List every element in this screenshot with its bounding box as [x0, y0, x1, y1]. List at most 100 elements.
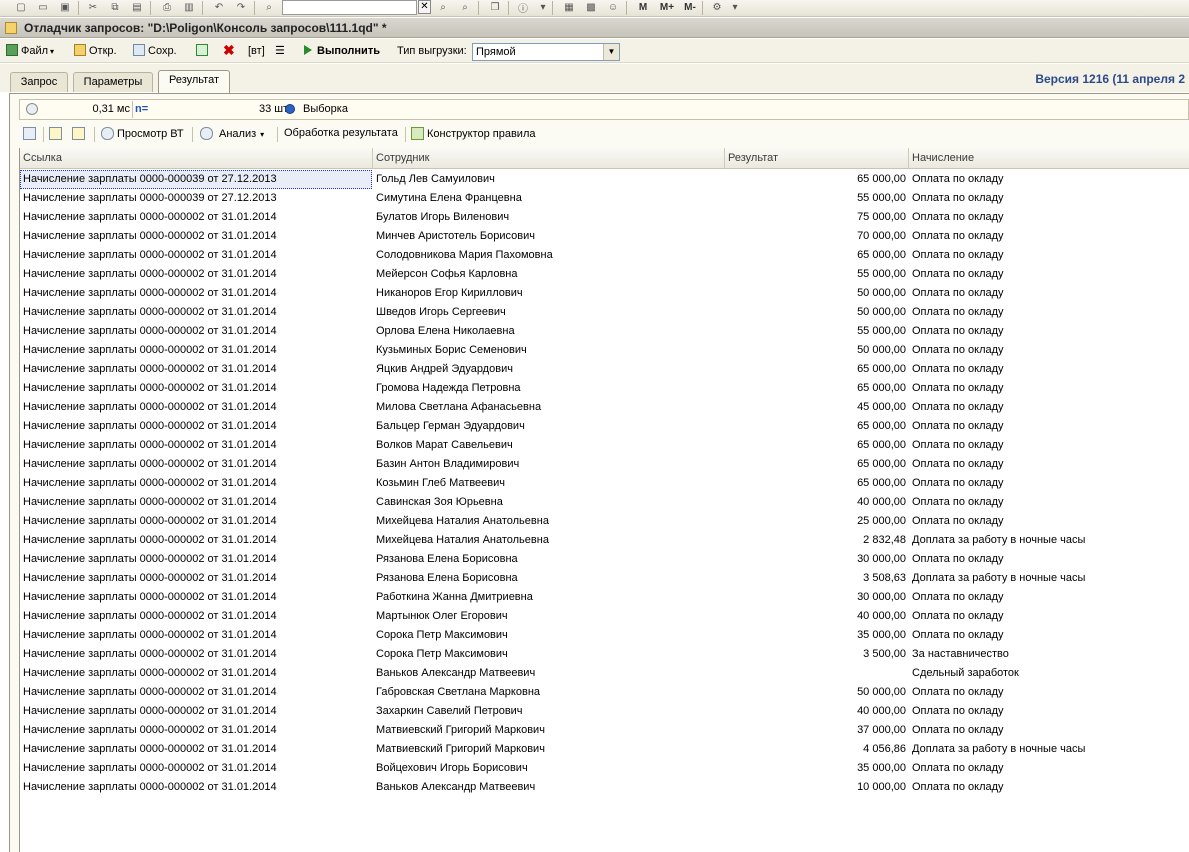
print-preview-icon[interactable]: ▥: [182, 1, 196, 14]
collapse-tree-icon[interactable]: [72, 127, 88, 140]
cell-employee[interactable]: Базин Антон Владимирович: [375, 455, 725, 474]
table-row[interactable]: Начисление зарплаты 0000-000002 от 31.01…: [20, 759, 1189, 778]
cell-employee[interactable]: Михейцева Наталия Анатольевна: [375, 531, 725, 550]
copy-icon[interactable]: ⧉: [108, 1, 122, 14]
cell-result[interactable]: 35 000,00: [725, 759, 907, 778]
cell-result[interactable]: 35 000,00: [725, 626, 907, 645]
cell-result[interactable]: 65 000,00: [725, 246, 907, 265]
cell-link[interactable]: Начисление зарплаты 0000-000002 от 31.01…: [20, 512, 372, 531]
new-document-icon[interactable]: ▢: [14, 1, 28, 14]
memory-store-button[interactable]: M: [636, 1, 650, 14]
cell-accrual[interactable]: За наставничество: [912, 645, 1189, 664]
cell-employee[interactable]: Габровская Светлана Марковна: [375, 683, 725, 702]
cell-employee[interactable]: Никаноров Егор Кириллович: [375, 284, 725, 303]
cell-link[interactable]: Начисление зарплаты 0000-000002 от 31.01…: [20, 246, 372, 265]
cell-accrual[interactable]: Оплата по окладу: [912, 417, 1189, 436]
cell-link[interactable]: Начисление зарплаты 0000-000002 от 31.01…: [20, 569, 372, 588]
table-row[interactable]: Начисление зарплаты 0000-000002 от 31.01…: [20, 778, 1189, 797]
cell-accrual[interactable]: Оплата по окладу: [912, 227, 1189, 246]
cell-result[interactable]: 65 000,00: [725, 170, 907, 189]
cell-employee[interactable]: Сорока Петр Максимович: [375, 626, 725, 645]
cell-employee[interactable]: Яцкив Андрей Эдуардович: [375, 360, 725, 379]
cell-employee[interactable]: Волков Марат Савельевич: [375, 436, 725, 455]
table-row[interactable]: Начисление зарплаты 0000-000002 от 31.01…: [20, 626, 1189, 645]
cell-link[interactable]: Начисление зарплаты 0000-000002 от 31.01…: [20, 227, 372, 246]
print-icon[interactable]: ⎙: [160, 1, 174, 14]
table-row[interactable]: Начисление зарплаты 0000-000002 от 31.01…: [20, 284, 1189, 303]
cell-result[interactable]: 40 000,00: [725, 493, 907, 512]
cell-link[interactable]: Начисление зарплаты 0000-000002 от 31.01…: [20, 455, 372, 474]
paste-icon[interactable]: ▤: [130, 1, 144, 14]
cell-employee[interactable]: Кузьминых Борис Семенович: [375, 341, 725, 360]
cell-result[interactable]: 40 000,00: [725, 702, 907, 721]
cell-accrual[interactable]: Оплата по окладу: [912, 512, 1189, 531]
table-row[interactable]: Начисление зарплаты 0000-000002 от 31.01…: [20, 246, 1189, 265]
cell-employee[interactable]: Савинская Зоя Юрьевна: [375, 493, 725, 512]
cell-result[interactable]: 37 000,00: [725, 721, 907, 740]
cell-result[interactable]: 65 000,00: [725, 474, 907, 493]
clear-search-button[interactable]: ✕: [418, 0, 431, 14]
info-icon[interactable]: ⓘ: [516, 1, 530, 15]
cell-result[interactable]: 3 508,63: [725, 569, 907, 588]
cell-link[interactable]: Начисление зарплаты 0000-000002 от 31.01…: [20, 550, 372, 569]
cell-accrual[interactable]: Оплата по окладу: [912, 379, 1189, 398]
cell-accrual[interactable]: Доплата за работу в ночные часы: [912, 569, 1189, 588]
cell-result[interactable]: 70 000,00: [725, 227, 907, 246]
column-header-result[interactable]: Результат: [725, 148, 909, 169]
cell-link[interactable]: Начисление зарплаты 0000-000002 от 31.01…: [20, 322, 372, 341]
vt-button[interactable]: [вт]: [248, 42, 265, 60]
cell-accrual[interactable]: Оплата по окладу: [912, 588, 1189, 607]
cell-link[interactable]: Начисление зарплаты 0000-000002 от 31.01…: [20, 474, 372, 493]
cell-result[interactable]: 65 000,00: [725, 360, 907, 379]
cell-link[interactable]: Начисление зарплаты 0000-000002 от 31.01…: [20, 398, 372, 417]
cell-result[interactable]: 55 000,00: [725, 322, 907, 341]
table-row[interactable]: Начисление зарплаты 0000-000002 от 31.01…: [20, 322, 1189, 341]
cell-accrual[interactable]: Оплата по окладу: [912, 398, 1189, 417]
cell-employee[interactable]: Сорока Петр Максимович: [375, 645, 725, 664]
cell-link[interactable]: Начисление зарплаты 0000-000039 от 27.12…: [20, 189, 372, 208]
table-row[interactable]: Начисление зарплаты 0000-000002 от 31.01…: [20, 664, 1189, 683]
open-folder-icon[interactable]: ▭: [36, 1, 50, 14]
list-icon[interactable]: ☰: [275, 42, 285, 60]
cell-link[interactable]: Начисление зарплаты 0000-000002 от 31.01…: [20, 303, 372, 322]
table-row[interactable]: Начисление зарплаты 0000-000002 от 31.01…: [20, 588, 1189, 607]
cell-link[interactable]: Начисление зарплаты 0000-000002 от 31.01…: [20, 588, 372, 607]
cell-employee[interactable]: Бальцер Герман Эдуардович: [375, 417, 725, 436]
cell-link[interactable]: Начисление зарплаты 0000-000002 от 31.01…: [20, 208, 372, 227]
calculator-icon[interactable]: ▦: [562, 1, 576, 14]
table-row[interactable]: Начисление зарплаты 0000-000002 от 31.01…: [20, 227, 1189, 246]
cell-accrual[interactable]: Оплата по окладу: [912, 284, 1189, 303]
chevron-down-icon[interactable]: ▼: [603, 44, 619, 60]
table-row[interactable]: Начисление зарплаты 0000-000002 от 31.01…: [20, 417, 1189, 436]
cell-link[interactable]: Начисление зарплаты 0000-000002 от 31.01…: [20, 341, 372, 360]
cell-accrual[interactable]: Оплата по окладу: [912, 170, 1189, 189]
cell-employee[interactable]: Мейерсон Софья Карловна: [375, 265, 725, 284]
table-row[interactable]: Начисление зарплаты 0000-000002 от 31.01…: [20, 379, 1189, 398]
cell-accrual[interactable]: Оплата по окладу: [912, 436, 1189, 455]
cell-link[interactable]: Начисление зарплаты 0000-000002 от 31.01…: [20, 740, 372, 759]
cell-link[interactable]: Начисление зарплаты 0000-000039 от 27.12…: [20, 170, 372, 189]
result-processing-button[interactable]: Обработка результата: [284, 127, 398, 139]
file-menu-button[interactable]: Файл ▾: [6, 42, 54, 60]
save-button[interactable]: Сохр.: [133, 42, 177, 60]
table-row[interactable]: Начисление зарплаты 0000-000002 от 31.01…: [20, 607, 1189, 626]
cell-result[interactable]: 25 000,00: [725, 512, 907, 531]
cell-accrual[interactable]: Оплата по окладу: [912, 626, 1189, 645]
add-row-button[interactable]: [196, 42, 211, 60]
cell-accrual[interactable]: Оплата по окладу: [912, 550, 1189, 569]
cell-link[interactable]: Начисление зарплаты 0000-000002 от 31.01…: [20, 645, 372, 664]
chart-icon[interactable]: [23, 127, 39, 140]
cell-employee[interactable]: Орлова Елена Николаевна: [375, 322, 725, 341]
cell-employee[interactable]: Матвиевский Григорий Маркович: [375, 721, 725, 740]
cell-employee[interactable]: Захаркин Савелий Петрович: [375, 702, 725, 721]
cell-link[interactable]: Начисление зарплаты 0000-000002 от 31.01…: [20, 417, 372, 436]
users-icon[interactable]: ☺: [606, 1, 620, 14]
cell-employee[interactable]: Рязанова Елена Борисовна: [375, 569, 725, 588]
table-row[interactable]: Начисление зарплаты 0000-000002 от 31.01…: [20, 436, 1189, 455]
cell-result[interactable]: 50 000,00: [725, 284, 907, 303]
export-type-select[interactable]: Прямой ▼: [472, 43, 620, 61]
cell-accrual[interactable]: Оплата по окладу: [912, 341, 1189, 360]
table-row[interactable]: Начисление зарплаты 0000-000039 от 27.12…: [20, 170, 1189, 189]
rule-builder-button[interactable]: Конструктор правила: [411, 127, 536, 140]
global-search-input[interactable]: [282, 0, 417, 15]
